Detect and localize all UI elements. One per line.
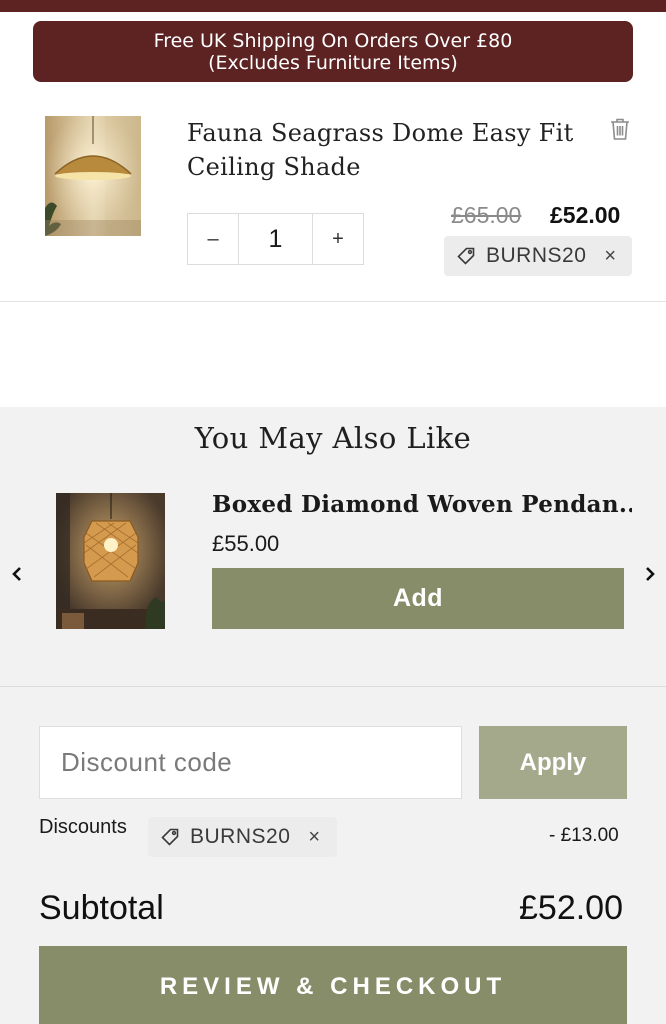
- carousel-prev-icon[interactable]: [7, 560, 27, 588]
- section-divider: [0, 301, 666, 302]
- cart-item-image[interactable]: [45, 116, 141, 236]
- recommendations-heading: You May Also Like: [194, 421, 472, 455]
- subtotal-label: Subtotal: [39, 889, 164, 927]
- shipping-banner: Free UK Shipping On Orders Over £80 (Exc…: [33, 21, 633, 82]
- tag-icon: [457, 247, 475, 265]
- original-price: £65.00: [451, 202, 522, 228]
- cart-item-title[interactable]: Fauna Seagrass Dome Easy Fit Ceiling Sha…: [187, 116, 587, 184]
- shipping-banner-line1: Free UK Shipping On Orders Over £80: [153, 29, 513, 52]
- recommendation-title[interactable]: Boxed Diamond Woven Pendan...: [212, 491, 632, 518]
- subtotal-value: £52.00: [519, 889, 623, 927]
- applied-discount-tag: BURNS20 ×: [148, 817, 337, 857]
- discount-code-input[interactable]: [39, 726, 462, 799]
- recommendation-image[interactable]: [56, 493, 165, 629]
- review-checkout-button[interactable]: REVIEW & CHECKOUT: [39, 946, 627, 1024]
- carousel-next-icon[interactable]: [640, 560, 660, 588]
- discount-amount: - £13.00: [549, 825, 619, 846]
- quantity-stepper: – 1 +: [187, 213, 364, 265]
- apply-discount-button[interactable]: Apply: [479, 726, 627, 799]
- top-accent-bar: [0, 0, 666, 12]
- remove-item-discount-icon[interactable]: ×: [604, 245, 616, 268]
- discounts-label: Discounts: [39, 816, 127, 838]
- recommendation-price: £55.00: [212, 531, 280, 556]
- tag-icon: [161, 828, 179, 846]
- item-discount-tag: BURNS20 ×: [444, 236, 632, 276]
- quantity-value[interactable]: 1: [238, 214, 313, 264]
- quantity-increase-button[interactable]: +: [313, 214, 363, 264]
- item-discount-code: BURNS20: [486, 244, 587, 267]
- remove-discount-icon[interactable]: ×: [308, 826, 320, 849]
- add-recommendation-button[interactable]: Add: [212, 568, 624, 629]
- section-divider: [0, 686, 666, 687]
- applied-discount-code: BURNS20: [190, 825, 291, 848]
- quantity-decrease-button[interactable]: –: [188, 214, 238, 264]
- trash-icon[interactable]: [609, 117, 631, 141]
- shipping-banner-line2: (Excludes Furniture Items): [208, 51, 458, 74]
- sale-price: £52.00: [550, 202, 621, 228]
